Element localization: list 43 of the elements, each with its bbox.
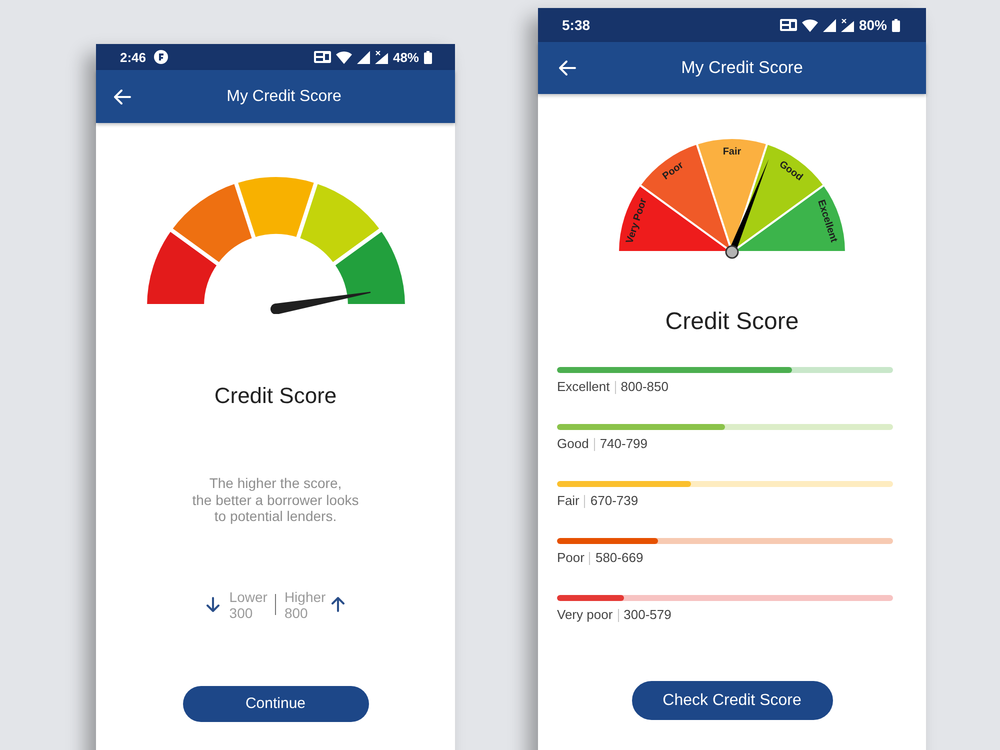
battery-percent: 48% <box>392 50 419 64</box>
back-button[interactable] <box>558 60 576 76</box>
screen-title: My Credit Score <box>226 88 342 106</box>
network-badge-icon <box>314 51 331 63</box>
check-score-button[interactable]: Check Credit Score <box>632 681 832 720</box>
range-value: 580-669 <box>595 550 644 566</box>
scale-label: Higher <box>284 588 326 604</box>
network-badge-icon <box>780 19 797 31</box>
scale-label: Lower <box>229 588 268 604</box>
scale-value: 800 <box>284 604 308 620</box>
range-name: Fair <box>557 493 580 509</box>
range-value: 740-799 <box>600 436 648 452</box>
signal-icon <box>356 50 370 64</box>
range-value: 800-850 <box>620 379 668 395</box>
status-time: 2:46 <box>120 50 146 64</box>
range-value: 670-739 <box>590 493 638 509</box>
range-name: Excellent <box>557 379 610 395</box>
battery-percent: 80% <box>858 17 887 33</box>
signal-icon <box>822 18 836 32</box>
signal-icon <box>374 50 388 64</box>
wifi-icon <box>802 18 818 32</box>
status-time: 5:38 <box>562 17 590 33</box>
battery-icon <box>424 50 432 64</box>
continue-button[interactable]: Continue <box>182 686 368 722</box>
screen-title: My Credit Score <box>681 58 803 78</box>
range-value: 300-579 <box>624 607 672 623</box>
arrow-left-icon <box>113 88 131 104</box>
range-name: Very poor <box>557 607 613 623</box>
signal-icon <box>840 18 854 32</box>
arrow-up-icon <box>330 597 345 612</box>
section-heading: Credit Score <box>665 307 799 337</box>
arrow-down-icon <box>206 597 220 612</box>
scale-value: 300 <box>229 604 254 620</box>
arrow-left-icon <box>558 60 576 76</box>
wifi-icon <box>336 50 352 64</box>
description-text: The higher the score, the better a borrower looks to potential lenders. <box>192 475 359 524</box>
segment-label: Very Poor <box>624 197 650 245</box>
section-heading: Credit Score <box>214 382 337 410</box>
segment-label: Fair <box>722 146 742 158</box>
range-name: Good <box>557 436 589 452</box>
back-button[interactable] <box>113 88 131 104</box>
battery-icon <box>892 18 900 32</box>
range-name: Poor <box>557 550 584 566</box>
